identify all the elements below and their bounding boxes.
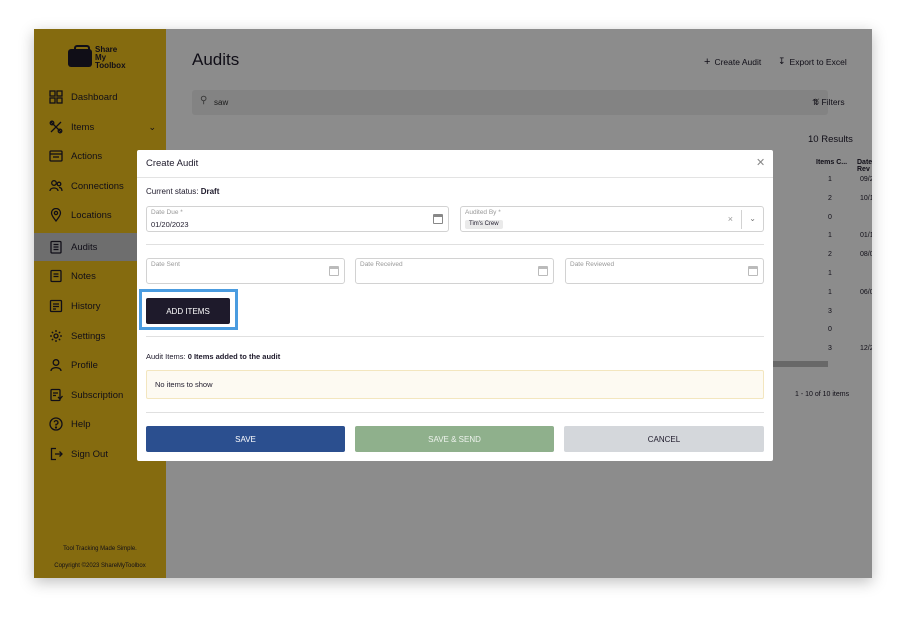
date-reviewed-label: Date Reviewed	[570, 261, 615, 268]
status-text: Current status: Draft	[146, 187, 219, 196]
calendar-icon	[538, 266, 548, 276]
audit-items-count: 0 Items added to the audit	[187, 352, 281, 361]
date-reviewed-field: Date Reviewed	[565, 258, 764, 284]
chevron-down-icon[interactable]: ⌄	[749, 214, 756, 223]
divider	[146, 336, 764, 337]
date-due-value: 01/20/2023	[151, 220, 189, 229]
clear-selection-icon[interactable]: ×	[728, 214, 733, 224]
divider	[741, 210, 742, 229]
status-label: Current status:	[146, 187, 199, 196]
calendar-icon	[748, 266, 758, 276]
divider	[146, 244, 764, 245]
cancel-button[interactable]: CANCEL	[564, 426, 764, 452]
audited-by-select[interactable]: Audited By * Tim's Crew × ⌄	[460, 206, 764, 232]
save-button[interactable]: SAVE	[146, 426, 345, 452]
audit-items-heading: Audit Items: 0 Items added to the audit	[146, 352, 280, 361]
date-sent-label: Date Sent	[151, 261, 180, 268]
audited-by-label: Audited By *	[465, 209, 501, 216]
status-value: Draft	[200, 187, 220, 196]
calendar-icon	[329, 266, 339, 276]
empty-text: No items to show	[155, 380, 213, 389]
app-window: Share My Toolbox Dashboard Items ⌄ Actio…	[34, 29, 872, 578]
divider	[146, 412, 764, 413]
save-and-send-button[interactable]: SAVE & SEND	[355, 426, 554, 452]
date-due-field[interactable]: Date Due * 01/20/2023	[146, 206, 449, 232]
calendar-icon[interactable]	[433, 214, 443, 224]
date-due-label: Date Due *	[151, 209, 183, 216]
audit-items-empty: No items to show	[146, 370, 764, 399]
modal-title: Create Audit	[146, 158, 199, 169]
date-received-field: Date Received	[355, 258, 554, 284]
divider	[137, 177, 773, 178]
audited-by-chip[interactable]: Tim's Crew	[465, 220, 503, 229]
close-icon[interactable]: ✕	[756, 156, 765, 169]
audit-items-label: Audit Items:	[146, 352, 186, 361]
create-audit-modal: Create Audit ✕ Current status: Draft Dat…	[137, 150, 773, 461]
add-items-button[interactable]: ADD ITEMS	[146, 298, 230, 324]
date-received-label: Date Received	[360, 261, 403, 268]
date-sent-field: Date Sent	[146, 258, 345, 284]
